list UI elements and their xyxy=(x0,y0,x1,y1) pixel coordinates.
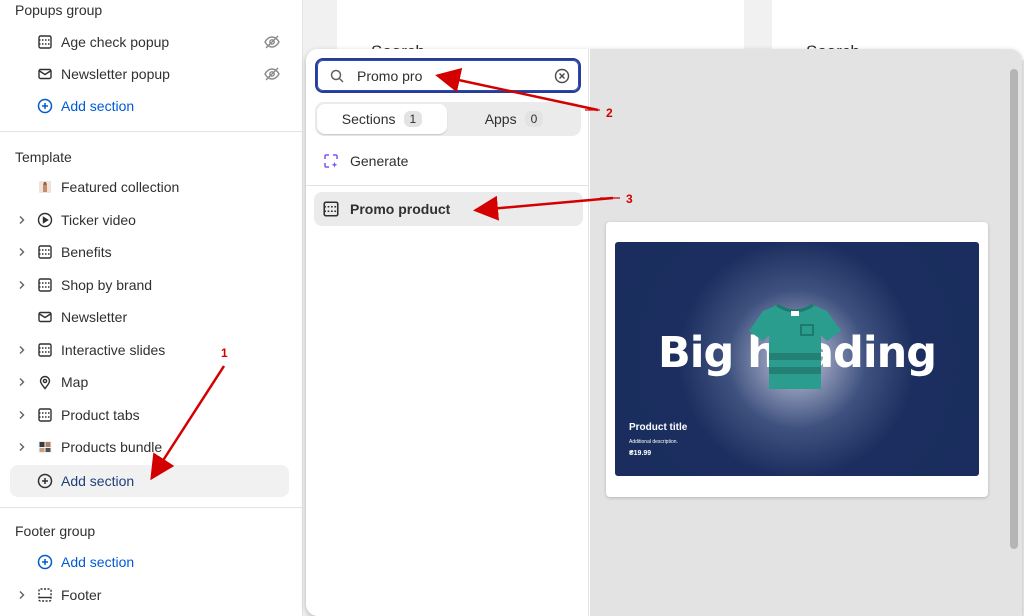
t-shirt-icon xyxy=(749,303,841,389)
section-icon xyxy=(36,341,54,359)
preview-price: ₴19.99 xyxy=(629,450,652,457)
popups-add-section-button[interactable]: Add section xyxy=(0,91,303,121)
footer-icon xyxy=(36,586,54,604)
image-thumbnail xyxy=(36,438,54,456)
annotation-number-1: 1 xyxy=(221,346,228,360)
sidebar-item-label: Products bundle xyxy=(61,439,163,455)
scrollbar[interactable] xyxy=(1010,57,1018,612)
sidebar-item-benefits[interactable]: Benefits xyxy=(0,237,303,267)
location-pin-icon xyxy=(36,373,54,391)
count-badge: 1 xyxy=(403,111,423,127)
sidebar-item-products-bundle[interactable]: Products bundle xyxy=(0,432,303,462)
section-icon xyxy=(36,33,54,51)
preview-pane: Big heading Product title Additional des… xyxy=(590,49,1022,616)
generate-button[interactable]: Generate xyxy=(322,149,408,173)
chevron-right-icon[interactable] xyxy=(15,345,29,355)
annotation-number-2: 2 xyxy=(606,106,613,120)
divider xyxy=(0,507,303,508)
preview-description: Additional description. xyxy=(629,439,678,445)
promo-banner: Big heading Product title Additional des… xyxy=(615,242,979,476)
sidebar-item-label: Footer xyxy=(61,587,102,603)
eye-off-icon[interactable] xyxy=(263,65,281,83)
sidebar-item-label: Age check popup xyxy=(61,34,170,50)
eye-off-icon[interactable] xyxy=(263,33,281,51)
sidebar-item-label: Product tabs xyxy=(61,407,140,423)
sidebar-item-label: Shop by brand xyxy=(61,277,153,293)
search-field[interactable] xyxy=(315,58,581,93)
play-circle-icon xyxy=(36,211,54,229)
image-thumbnail xyxy=(36,178,54,196)
plus-circle-icon xyxy=(36,553,54,571)
sidebar-item-label: Featured collection xyxy=(61,179,180,195)
plus-circle-icon xyxy=(36,97,54,115)
editor-sidebar: Popups group Age check popup Newsletter … xyxy=(0,0,303,616)
sidebar-item-label: Newsletter popup xyxy=(61,66,170,82)
annotation-number-3: 3 xyxy=(626,192,633,206)
sidebar-item-newsletter-popup[interactable]: Newsletter popup xyxy=(0,59,303,89)
sidebar-item-label: Ticker video xyxy=(61,212,136,228)
sidebar-item-map[interactable]: Map xyxy=(0,367,303,397)
search-input[interactable] xyxy=(357,67,547,84)
chevron-right-icon[interactable] xyxy=(15,247,29,257)
sidebar-item-ticker-video[interactable]: Ticker video xyxy=(0,205,303,235)
chevron-right-icon[interactable] xyxy=(15,377,29,387)
tab-label: Sections xyxy=(341,111,396,127)
plus-circle-icon xyxy=(36,472,54,490)
chevron-right-icon[interactable] xyxy=(15,215,29,225)
sidebar-item-age-check-popup[interactable]: Age check popup xyxy=(0,27,303,57)
sidebar-item-label: Interactive slides xyxy=(61,342,166,358)
scroll-thumb[interactable] xyxy=(1010,69,1018,549)
sidebar-item-label: Map xyxy=(61,374,89,390)
section-icon xyxy=(36,243,54,261)
section-icon xyxy=(36,276,54,294)
sidebar-item-product-tabs[interactable]: Product tabs xyxy=(0,400,303,430)
template-add-section-button[interactable]: Add section xyxy=(0,466,303,496)
preview-product-title: Product title xyxy=(629,422,688,433)
sidebar-item-footer[interactable]: Footer xyxy=(0,580,303,610)
chevron-right-icon[interactable] xyxy=(15,410,29,420)
popups-group-title: Popups group xyxy=(15,2,103,18)
add-section-label: Add section xyxy=(61,473,135,489)
sidebar-item-interactive-slides[interactable]: Interactive slides xyxy=(0,335,303,365)
clear-icon[interactable] xyxy=(554,68,570,84)
sidebar-item-label: Newsletter xyxy=(61,309,128,325)
section-icon xyxy=(323,201,339,217)
sidebar-item-featured-collection[interactable]: Featured collection xyxy=(0,172,303,202)
chevron-right-icon[interactable] xyxy=(15,590,29,600)
section-icon xyxy=(36,406,54,424)
mail-icon xyxy=(36,308,54,326)
tab-label: Apps xyxy=(484,111,517,127)
sidebar-item-newsletter[interactable]: Newsletter xyxy=(0,302,303,332)
result-item-promo-product[interactable]: Promo product xyxy=(314,192,583,226)
sidebar-item-label: Benefits xyxy=(61,244,112,260)
divider xyxy=(306,185,589,186)
divider xyxy=(0,131,303,132)
tab-sections[interactable]: Sections 1 xyxy=(317,104,447,134)
template-group-title: Template xyxy=(15,149,72,165)
sparkle-icon xyxy=(324,154,338,168)
section-preview-card: Big heading Product title Additional des… xyxy=(606,222,988,497)
add-section-popup: Sections 1 Apps 0 Generate Promo product… xyxy=(306,49,1022,616)
chevron-right-icon[interactable] xyxy=(15,280,29,290)
tab-switcher: Sections 1 Apps 0 xyxy=(315,102,581,136)
chevron-right-icon[interactable] xyxy=(15,442,29,452)
footer-add-section-button[interactable]: Add section xyxy=(0,547,303,577)
section-picker: Sections 1 Apps 0 Generate Promo product xyxy=(306,49,589,616)
add-section-label: Add section xyxy=(61,554,135,570)
count-badge: 0 xyxy=(524,111,544,127)
sidebar-item-shop-by-brand[interactable]: Shop by brand xyxy=(0,270,303,300)
search-icon xyxy=(330,69,344,83)
add-section-label: Add section xyxy=(61,98,135,114)
result-label: Promo product xyxy=(350,201,451,217)
tab-apps[interactable]: Apps 0 xyxy=(449,104,579,134)
generate-label: Generate xyxy=(350,153,409,169)
footer-group-title: Footer group xyxy=(15,523,96,539)
mail-icon xyxy=(36,65,54,83)
